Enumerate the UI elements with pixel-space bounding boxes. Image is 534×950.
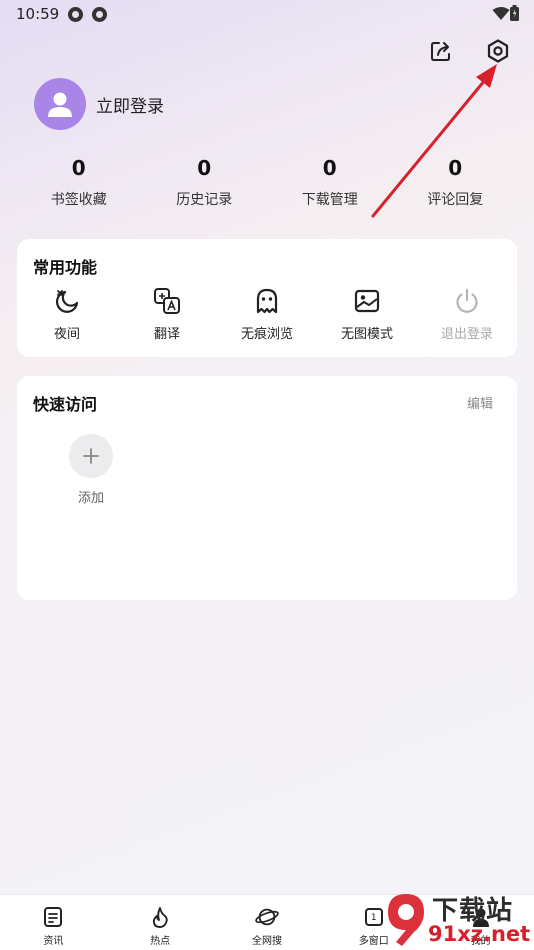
watermark-logo-icon: [388, 894, 424, 946]
stat-label: 评论回复: [427, 192, 484, 208]
stat-downloads[interactable]: 0 下载管理: [267, 156, 393, 209]
quick-access-card: 快速访问 编辑 添加: [17, 376, 517, 600]
nav-hot[interactable]: 热点: [107, 895, 214, 950]
card-title: 常用功能: [33, 258, 98, 277]
power-icon: [456, 288, 478, 313]
notification-icon: [92, 7, 107, 22]
user-avatar-icon: [48, 92, 72, 117]
notification-icon: [68, 7, 83, 22]
flame-icon: [153, 907, 168, 928]
edit-button[interactable]: 编辑: [467, 393, 493, 412]
night-mode-icon: [56, 290, 79, 313]
func-no-image[interactable]: 无图模式: [317, 287, 417, 342]
add-label: 添加: [77, 491, 104, 506]
func-label: 无图模式: [340, 327, 393, 342]
stat-value: 0: [71, 156, 86, 180]
stat-value: 0: [322, 156, 337, 180]
watermark-url: 91xz.net: [428, 922, 531, 946]
ghost-icon: [256, 288, 278, 314]
func-label: 夜间: [53, 327, 80, 342]
stat-history[interactable]: 0 历史记录: [142, 156, 268, 209]
stat-comments[interactable]: 0 评论回复: [393, 156, 519, 209]
login-text: 立即登录: [96, 96, 164, 117]
func-label: 翻译: [153, 327, 180, 342]
func-logout[interactable]: 退出登录: [417, 287, 517, 342]
func-label: 退出登录: [440, 327, 493, 342]
stat-value: 0: [197, 156, 212, 180]
nav-label: 资讯: [43, 936, 64, 947]
battery-icon: [510, 5, 519, 21]
function-row: 夜间 翻译 无痕浏览 无图模式 退出登录: [17, 287, 517, 342]
func-translate[interactable]: 翻译: [117, 287, 217, 342]
login-profile[interactable]: 立即登录: [34, 78, 164, 130]
nav-news[interactable]: 资讯: [0, 895, 107, 950]
stats-row: 0 书签收藏 0 历史记录 0 下载管理 0 评论回复: [16, 156, 518, 209]
stat-bookmarks[interactable]: 0 书签收藏: [16, 156, 142, 209]
add-shortcut-button[interactable]: [69, 434, 113, 478]
stat-label: 下载管理: [301, 192, 358, 208]
nav-label: 热点: [150, 936, 171, 947]
translate-icon: [154, 288, 180, 314]
nav-label: 全网搜: [251, 936, 282, 947]
nav-search[interactable]: 全网搜: [214, 895, 321, 950]
func-incognito[interactable]: 无痕浏览: [217, 287, 317, 342]
stat-label: 书签收藏: [50, 192, 107, 208]
common-functions-card: 常用功能 夜间 翻译 无痕浏览 无图模式 退出登录: [17, 239, 517, 357]
status-bar: 10:59: [0, 0, 534, 30]
func-night-mode[interactable]: 夜间: [17, 287, 117, 342]
stat-label: 历史记录: [176, 192, 233, 208]
avatar: [34, 78, 86, 130]
no-image-icon: [354, 289, 380, 313]
share-button[interactable]: [424, 34, 458, 68]
status-time: 10:59: [16, 5, 60, 23]
window-count-badge: 1: [370, 912, 377, 923]
news-icon: [44, 907, 63, 927]
func-label: 无痕浏览: [240, 327, 293, 342]
settings-button[interactable]: [481, 34, 515, 68]
watermark: 下载站 91xz.net: [384, 890, 534, 950]
share-icon: [431, 42, 450, 61]
planet-icon: [255, 908, 279, 926]
card-title: 快速访问: [33, 395, 98, 414]
plus-icon: [83, 448, 99, 464]
settings-gear-icon: [487, 39, 509, 63]
stat-value: 0: [448, 156, 463, 180]
wifi-icon: [492, 7, 510, 20]
